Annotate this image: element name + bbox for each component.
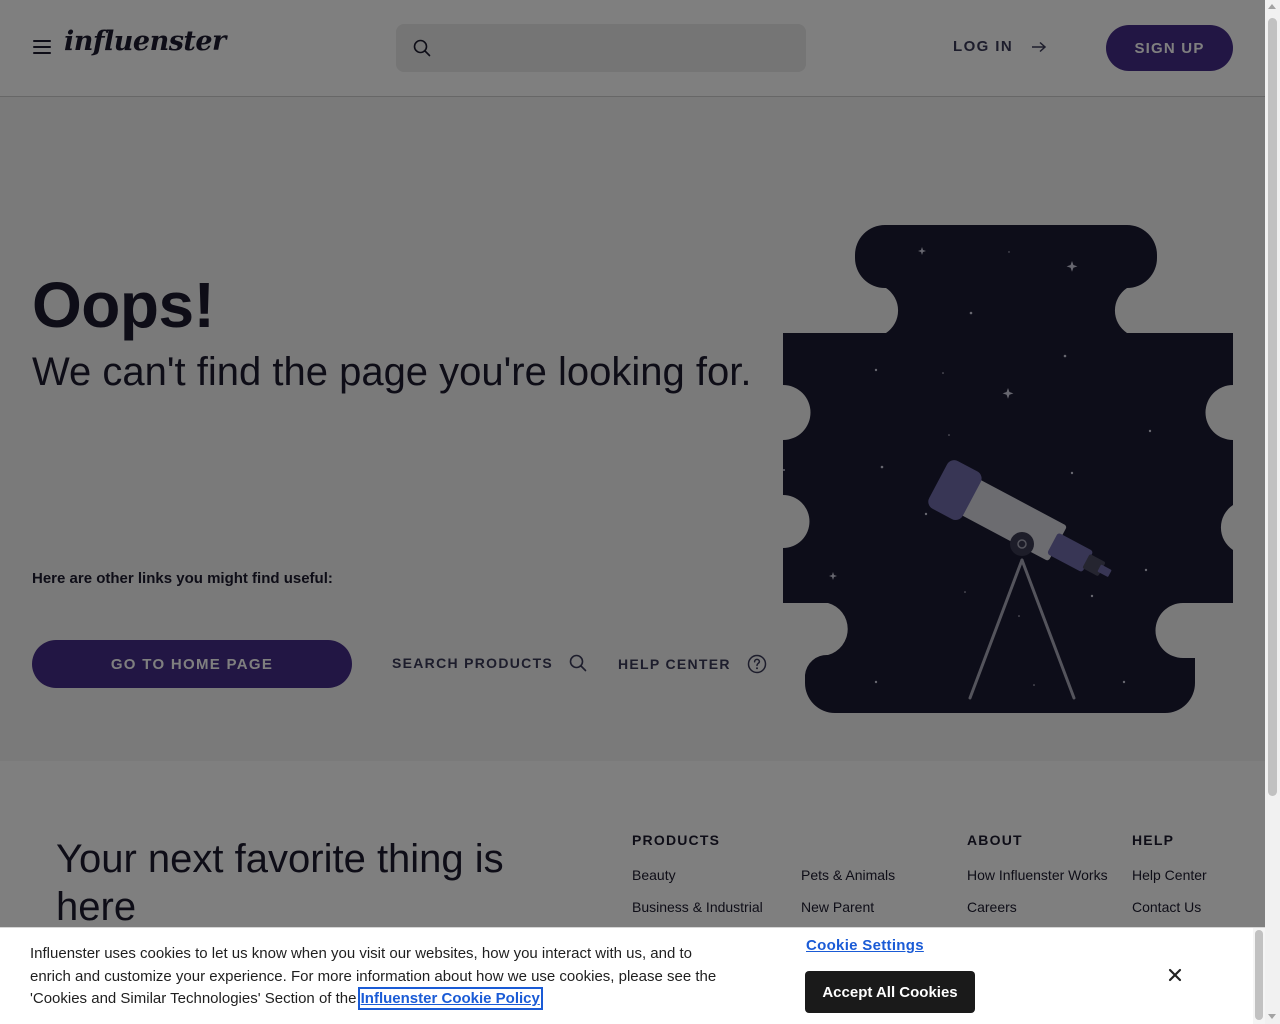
cookie-banner: Influenster uses cookies to let us know … <box>0 927 1265 1024</box>
cookie-settings-link[interactable]: Cookie Settings <box>806 937 924 954</box>
cookie-policy-link[interactable]: Influenster Cookie Policy <box>357 987 543 1010</box>
close-icon[interactable] <box>1164 964 1186 986</box>
cookie-scroll-thumb[interactable] <box>1255 930 1263 1020</box>
cookie-message: Influenster uses cookies to let us know … <box>30 943 720 1011</box>
page-scrollbar[interactable] <box>1265 0 1280 1024</box>
scroll-thumb[interactable] <box>1268 18 1277 796</box>
modal-overlay <box>0 0 1265 1024</box>
scroll-up-icon[interactable] <box>1268 4 1276 9</box>
scroll-down-icon[interactable] <box>1268 1014 1276 1019</box>
cookie-banner-scrollbar[interactable] <box>1253 928 1265 1024</box>
accept-cookies-button[interactable]: Accept All Cookies <box>805 971 975 1013</box>
